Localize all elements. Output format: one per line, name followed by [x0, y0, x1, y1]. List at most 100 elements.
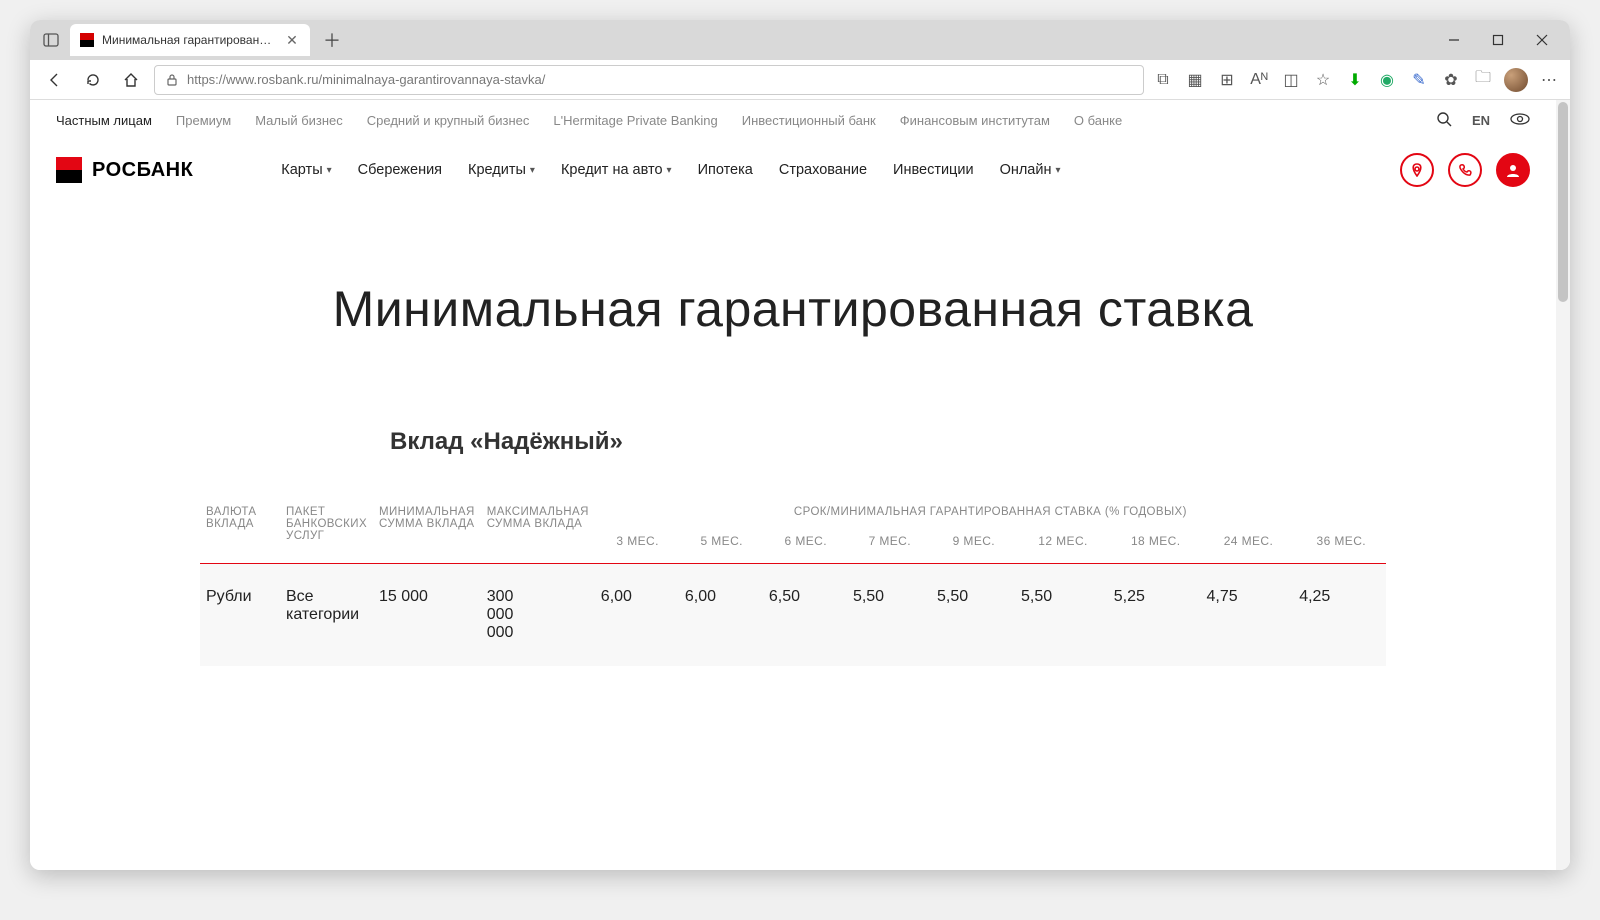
- cell-currency: Рубли: [200, 563, 280, 666]
- topnav-item[interactable]: О банке: [1074, 113, 1122, 128]
- qr-icon[interactable]: ▦: [1184, 69, 1206, 91]
- topnav-item[interactable]: Премиум: [176, 113, 231, 128]
- read-aloud-icon[interactable]: Aᴺ: [1248, 69, 1270, 91]
- chevron-down-icon: ▾: [667, 165, 672, 176]
- cell-rate: 5,50: [847, 563, 931, 666]
- logo-text: РОСБАНК: [92, 159, 193, 182]
- logo-mark-icon: [56, 157, 82, 183]
- lock-icon: [165, 73, 179, 87]
- device-icon[interactable]: ⧉: [1152, 69, 1174, 91]
- ext4-icon[interactable]: ✿: [1440, 69, 1462, 91]
- login-icon[interactable]: [1496, 153, 1530, 187]
- th-month: 3 МЕС.: [595, 526, 679, 562]
- profile-avatar[interactable]: [1504, 68, 1528, 92]
- ext2-icon[interactable]: ◉: [1376, 69, 1398, 91]
- topnav-item[interactable]: Инвестиционный банк: [742, 113, 876, 128]
- close-tab-button[interactable]: ✕: [284, 32, 300, 48]
- th-month: 36 МЕС.: [1293, 526, 1386, 562]
- topnav-item[interactable]: Малый бизнес: [255, 113, 343, 128]
- cell-rate: 6,00: [595, 563, 679, 666]
- cell-rate: 4,75: [1200, 563, 1293, 666]
- th-month: 9 МЕС.: [931, 526, 1015, 562]
- th-currency: ВАЛЮТА ВКЛАДА: [200, 506, 280, 562]
- site-logo[interactable]: РОСБАНК: [56, 157, 193, 183]
- cell-min: 15 000: [373, 563, 481, 666]
- menu-item[interactable]: Кредит на авто▾: [561, 162, 672, 178]
- menu-item[interactable]: Кредиты▾: [468, 162, 535, 178]
- new-tab-button[interactable]: ＋: [318, 26, 346, 54]
- cell-rate: 5,50: [931, 563, 1015, 666]
- location-icon[interactable]: [1400, 153, 1434, 187]
- section-title: Вклад «Надёжный»: [390, 428, 1556, 456]
- back-button[interactable]: [40, 65, 70, 95]
- browser-window: Минимальная гарантированная ✕ ＋ https://…: [30, 20, 1570, 870]
- tab-strip: Минимальная гарантированная ✕ ＋: [30, 20, 1570, 60]
- page-title: Минимальная гарантированная ставка: [30, 280, 1556, 338]
- menu-item[interactable]: Онлайн▾: [1000, 162, 1061, 178]
- th-month: 6 МЕС.: [763, 526, 847, 562]
- topnav-item[interactable]: L'Hermitage Private Banking: [553, 113, 717, 128]
- th-month: 24 МЕС.: [1200, 526, 1293, 562]
- collections-icon[interactable]: 🗀: [1472, 69, 1494, 91]
- browser-tab[interactable]: Минимальная гарантированная ✕: [70, 24, 310, 56]
- favicon-icon: [80, 33, 94, 47]
- refresh-button[interactable]: [78, 65, 108, 95]
- eye-icon[interactable]: [1510, 112, 1530, 129]
- window-controls: [1432, 20, 1564, 60]
- url-text: https://www.rosbank.ru/minimalnaya-garan…: [187, 72, 545, 87]
- menu-item[interactable]: Карты▾: [281, 162, 331, 178]
- th-span: СРОК/МИНИМАЛЬНАЯ ГАРАНТИРОВАННАЯ СТАВКА …: [595, 506, 1386, 526]
- close-window-button[interactable]: [1520, 20, 1564, 60]
- phone-icon[interactable]: [1448, 153, 1482, 187]
- toolbar-extensions: ⧉ ▦ ⊞ Aᴺ ◫ ☆ ⬇ ◉ ✎ ✿ 🗀 ⋯: [1152, 68, 1560, 92]
- tabs-sidebar-button[interactable]: [36, 25, 66, 55]
- th-month: 7 МЕС.: [847, 526, 931, 562]
- chevron-down-icon: ▾: [327, 165, 332, 176]
- browser-toolbar: https://www.rosbank.ru/minimalnaya-garan…: [30, 60, 1570, 100]
- chevron-down-icon: ▾: [1055, 165, 1060, 176]
- page-viewport: Частным лицам Премиум Малый бизнес Средн…: [30, 100, 1570, 870]
- address-bar[interactable]: https://www.rosbank.ru/minimalnaya-garan…: [154, 65, 1144, 95]
- header-action-icons: [1400, 153, 1530, 187]
- favorite-icon[interactable]: ☆: [1312, 69, 1334, 91]
- maximize-button[interactable]: [1476, 20, 1520, 60]
- apps-icon[interactable]: ⊞: [1216, 69, 1238, 91]
- cell-rate: 5,50: [1015, 563, 1108, 666]
- main-menu: Карты▾ Сбережения Кредиты▾ Кредит на авто▾ И…: [281, 162, 1060, 178]
- cell-max: 300000000: [481, 563, 595, 666]
- cell-rate: 4,25: [1293, 563, 1386, 666]
- topnav-item[interactable]: Финансовым институтам: [900, 113, 1050, 128]
- th-package: ПАКЕТ БАНКОВСКИХ УСЛУГ: [280, 506, 373, 562]
- cell-rate: 5,25: [1108, 563, 1201, 666]
- page-scrollbar[interactable]: [1556, 100, 1570, 870]
- menu-item[interactable]: Инвестиции: [893, 162, 974, 178]
- th-min: МИНИМАЛЬНАЯ СУММА ВКЛАДА: [373, 506, 481, 562]
- cell-rate: 6,00: [679, 563, 763, 666]
- cell-package: Все категории: [280, 563, 373, 666]
- cell-rate: 6,50: [763, 563, 847, 666]
- topnav-item[interactable]: Средний и крупный бизнес: [367, 113, 530, 128]
- th-month: 5 МЕС.: [679, 526, 763, 562]
- table-row: Рубли Все категории 15 000 300000000 6,0…: [200, 563, 1386, 666]
- search-icon[interactable]: [1436, 111, 1452, 130]
- home-button[interactable]: [116, 65, 146, 95]
- rates-table-container: ВАЛЮТА ВКЛАДА ПАКЕТ БАНКОВСКИХ УСЛУГ МИН…: [200, 506, 1386, 666]
- menu-item[interactable]: Ипотека: [698, 162, 753, 178]
- th-max: МАКСИМАЛЬНАЯ СУММА ВКЛАДА: [481, 506, 595, 562]
- th-month: 18 МЕС.: [1108, 526, 1201, 562]
- reader-icon[interactable]: ◫: [1280, 69, 1302, 91]
- rates-table: ВАЛЮТА ВКЛАДА ПАКЕТ БАНКОВСКИХ УСЛУГ МИН…: [200, 506, 1386, 666]
- minimize-button[interactable]: [1432, 20, 1476, 60]
- lang-toggle[interactable]: EN: [1472, 113, 1490, 128]
- topnav-item[interactable]: Частным лицам: [56, 113, 152, 128]
- chevron-down-icon: ▾: [530, 165, 535, 176]
- site-mainnav: РОСБАНК Карты▾ Сбережения Кредиты▾ Кредит н…: [30, 140, 1556, 200]
- th-month: 12 МЕС.: [1015, 526, 1108, 562]
- menu-item[interactable]: Сбережения: [358, 162, 442, 178]
- tab-title: Минимальная гарантированная: [102, 33, 276, 47]
- ext3-icon[interactable]: ✎: [1408, 69, 1430, 91]
- site-topnav: Частным лицам Премиум Малый бизнес Средн…: [30, 100, 1556, 140]
- menu-item[interactable]: Страхование: [779, 162, 867, 178]
- more-menu-button[interactable]: ⋯: [1538, 69, 1560, 91]
- ext1-icon[interactable]: ⬇: [1344, 69, 1366, 91]
